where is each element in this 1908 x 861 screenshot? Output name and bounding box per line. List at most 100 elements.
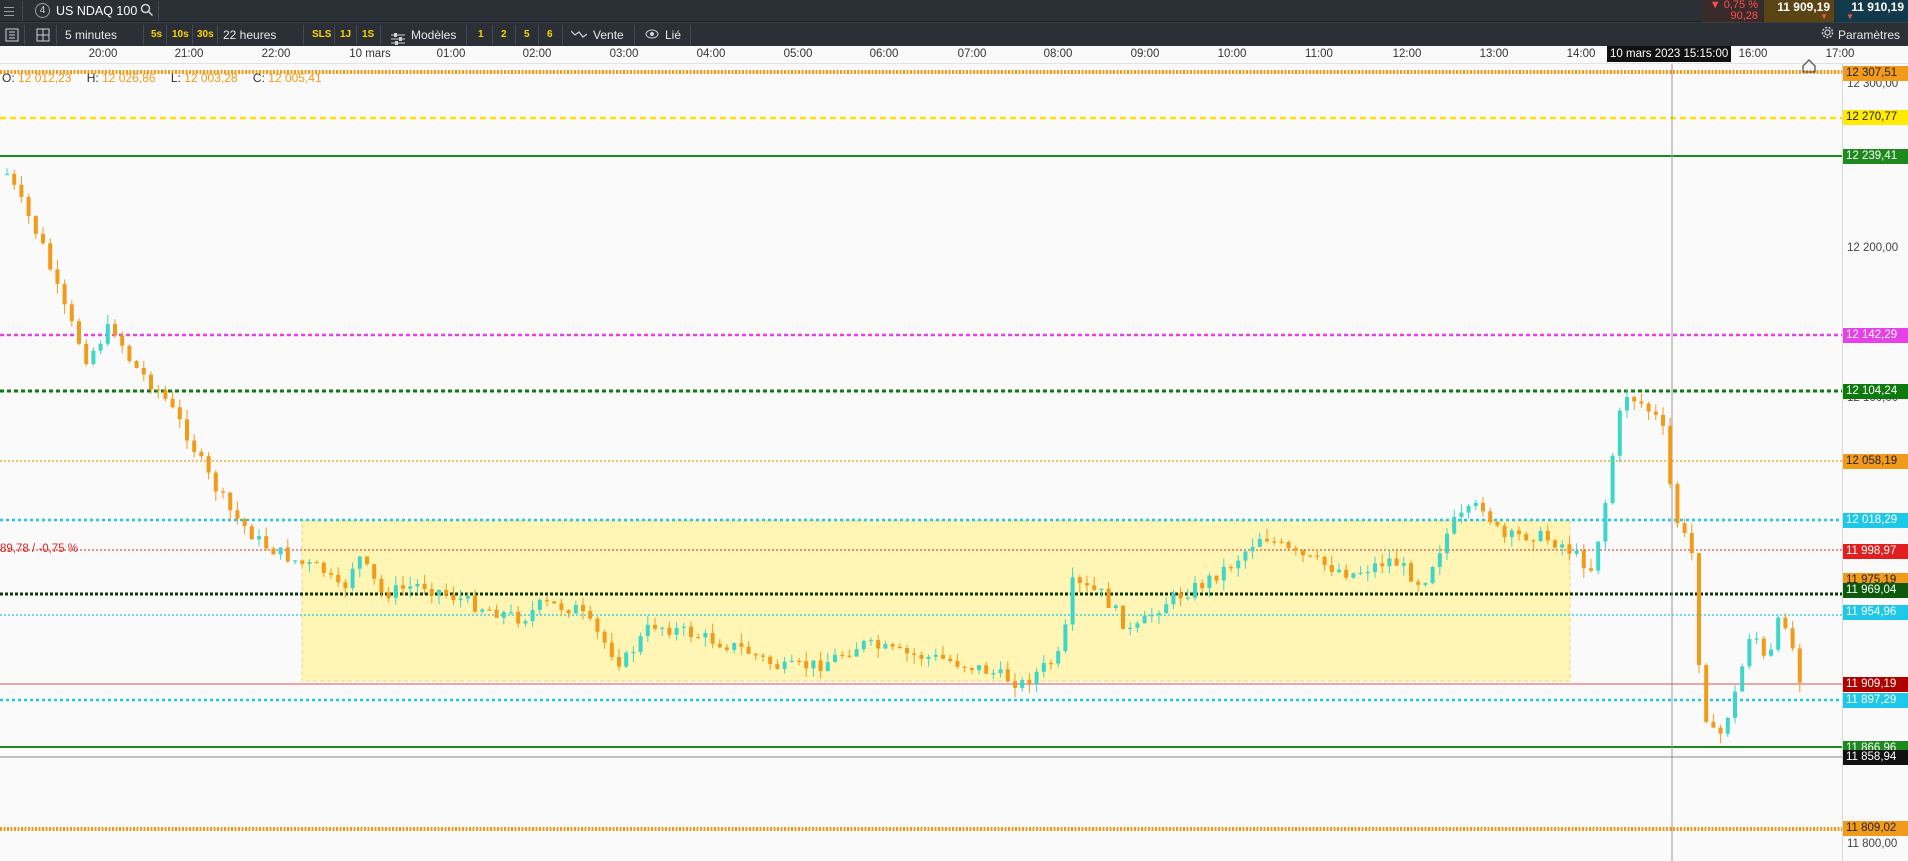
price-level-tag[interactable]: 11 897,29 <box>1843 693 1908 708</box>
candle-body <box>1149 615 1154 617</box>
ask-price[interactable]: 11 910,19 ▼ <box>1836 0 1908 22</box>
price-level-tag[interactable]: 11 969,04 <box>1843 583 1908 598</box>
candle-body <box>278 547 283 555</box>
price-level-tag[interactable]: 12 239,41 <box>1843 149 1908 164</box>
candle-body <box>1761 638 1766 656</box>
candle-body <box>1466 505 1471 513</box>
candle-body <box>1495 522 1500 526</box>
candle-body <box>1236 560 1241 569</box>
candle-body <box>897 646 902 649</box>
period-select[interactable]: 22 heures <box>223 23 276 47</box>
timeframe-select[interactable]: 5 minutes <box>65 23 117 47</box>
candle-body <box>1517 530 1521 535</box>
candle-body <box>285 547 290 562</box>
layout-1-button[interactable]: 1 <box>478 23 484 47</box>
price-level-tag[interactable]: 12 270,77 <box>1843 110 1908 125</box>
daily-change: ▼ 0,75 % 90,28 <box>1702 0 1762 22</box>
candle-body <box>1401 563 1406 566</box>
candle-body <box>1560 544 1565 548</box>
candle-body <box>1070 577 1075 625</box>
candle-body <box>1502 525 1507 538</box>
candle-body <box>1610 455 1615 504</box>
candle-body <box>545 599 549 602</box>
price-chart[interactable] <box>0 64 1842 861</box>
time-label: 05:00 <box>783 48 813 60</box>
menu-icon[interactable] <box>4 4 16 18</box>
instrument-name[interactable]: US NDAQ 100 <box>56 4 137 18</box>
candle-body <box>516 611 521 624</box>
sidebar-toggle-icon[interactable] <box>5 23 19 47</box>
time-label: 22:00 <box>261 48 291 60</box>
search-icon[interactable] <box>140 3 154 20</box>
price-level-tag[interactable]: 12 058,19 <box>1843 454 1908 469</box>
candle-body <box>429 589 434 595</box>
interval-30s-button[interactable]: 30s <box>197 23 214 47</box>
linked-button[interactable]: Lié <box>645 23 681 47</box>
settings-button[interactable]: Paramètres <box>1821 23 1900 47</box>
candle-body <box>883 644 888 649</box>
candle-body <box>818 660 823 672</box>
price-level-tag[interactable]: 11 954,96 <box>1843 605 1908 620</box>
candle-body <box>422 583 427 590</box>
candle-body <box>372 564 377 579</box>
candle-body <box>717 643 722 648</box>
candle-body <box>1430 566 1435 584</box>
time-axis: 20:00 21:00 22:00 10 mars 01:00 02:00 03… <box>0 46 1908 64</box>
candle-body <box>1776 617 1781 650</box>
candle-body <box>1099 588 1104 590</box>
open-value: 12 012,23 <box>18 71 72 85</box>
candle-body <box>969 667 974 671</box>
candle-body <box>1697 553 1701 666</box>
time-label: 16:00 <box>1738 48 1768 60</box>
price-level-tag[interactable]: 11 858,94 <box>1843 750 1908 765</box>
home-icon[interactable] <box>1802 59 1816 78</box>
period-1s-button[interactable]: 1S <box>362 23 374 47</box>
chart-area[interactable]: O: 12 012,23 H: 12 026,86 L: 12 003,28 C… <box>0 59 1842 861</box>
price-axis[interactable]: 12 300,00 12 200,00 12 100,00 11 800,00 … <box>1842 64 1908 861</box>
candle-body <box>1718 727 1723 734</box>
price-level-tag[interactable]: 11 809,02 <box>1843 821 1908 836</box>
interval-5s-button[interactable]: 5s <box>151 23 162 47</box>
candle-body <box>77 321 81 344</box>
layout-2-button[interactable]: 2 <box>501 23 507 47</box>
candle-body <box>113 323 117 336</box>
interval-10s-button[interactable]: 10s <box>172 23 189 47</box>
sls-button[interactable]: SLS <box>312 23 331 47</box>
candle-body <box>1545 530 1550 541</box>
candle-body <box>1747 639 1752 667</box>
candle-body <box>1041 663 1046 672</box>
candle-body <box>797 660 801 663</box>
candle-body <box>530 609 535 622</box>
period-1j-button[interactable]: 1J <box>340 23 351 47</box>
candle-body <box>1437 553 1442 567</box>
layout-5-button[interactable]: 5 <box>524 23 530 47</box>
price-level-tag[interactable]: 12 307,51 <box>1843 66 1908 81</box>
candle-body <box>681 626 686 628</box>
candle-body <box>242 518 247 527</box>
candle-body <box>1063 624 1068 652</box>
candle-body <box>847 655 852 657</box>
price-level-tag[interactable]: 12 018,29 <box>1843 513 1908 528</box>
layout-6-button[interactable]: 6 <box>547 23 553 47</box>
price-level-tag[interactable]: 12 104,24 <box>1843 384 1908 399</box>
candle-body <box>1581 550 1586 569</box>
price-level-tag[interactable]: 12 142,29 <box>1843 328 1908 343</box>
bid-price[interactable]: 11 909,19 ▼ <box>1764 0 1834 22</box>
candle-body <box>465 596 470 599</box>
candle-body <box>1387 558 1392 567</box>
templates-button[interactable]: Modèles <box>391 23 456 47</box>
candle-body <box>912 653 917 655</box>
time-label: 12:00 <box>1392 48 1422 60</box>
candle-body <box>1121 605 1125 629</box>
candle-body <box>1740 666 1745 692</box>
sell-button[interactable]: Vente <box>570 23 624 47</box>
layout-grid-icon[interactable] <box>36 23 50 47</box>
candle-body <box>1488 511 1493 523</box>
candle-body <box>1452 516 1457 534</box>
candle-body <box>1653 411 1658 415</box>
price-level-tag[interactable]: 11 998,97 <box>1843 544 1908 559</box>
candle-body <box>1358 572 1363 574</box>
candle-body <box>825 662 830 672</box>
candle-body <box>1243 551 1248 561</box>
price-level-tag[interactable]: 11 909,19 <box>1843 677 1908 692</box>
